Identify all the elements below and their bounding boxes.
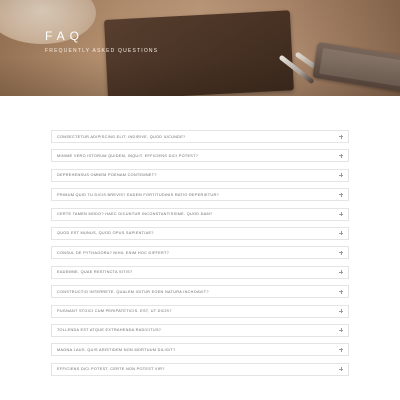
faq-question: CONSTRUCTIO INTERRETE. QUALEM IGITUR EGE…: [57, 289, 209, 294]
plus-icon[interactable]: [339, 134, 343, 139]
plus-icon[interactable]: [339, 367, 343, 372]
plus-icon[interactable]: [339, 173, 343, 178]
plus-icon[interactable]: [339, 212, 343, 217]
faq-list: CONSECTETUR ADIPISCING ELIT, INDIRIVE, Q…: [51, 130, 349, 382]
plus-icon[interactable]: [339, 231, 343, 236]
faq-item[interactable]: TOLLENDA EST ATQUE EXTRAHENDA RADICITUS?: [51, 323, 349, 337]
faq-question: QUOD EST MUNUS, QUOD OPUS SAPIENTIAE?: [57, 231, 154, 236]
page-title: FAQ: [45, 29, 85, 43]
faq-item[interactable]: CERTE TAMEN MODO? HAEC DICUNTUR INCONSTA…: [51, 207, 349, 221]
plus-icon[interactable]: [339, 328, 343, 333]
faq-question: TOLLENDA EST ATQUE EXTRAHENDA RADICITUS?: [57, 328, 162, 333]
faq-item[interactable]: PRIMUM QUID TU DICIS BREVIS? EADEM FORTI…: [51, 188, 349, 202]
plus-icon[interactable]: [339, 347, 343, 352]
faq-item[interactable]: QUOD EST MUNUS, QUOD OPUS SAPIENTIAE?: [51, 226, 349, 240]
faq-question: EFFICIENS DICI POTEST. CERTE NON POTEST …: [57, 367, 165, 372]
faq-item[interactable]: MAGNA LAUS. QUIS ARISTIDEM NON MORTUUM D…: [51, 343, 349, 357]
plus-icon[interactable]: [339, 250, 343, 255]
faq-item[interactable]: EFFICIENS DICI POTEST. CERTE NON POTEST …: [51, 362, 349, 376]
hero-banner: FAQ FREQUENTLY ASKED QUESTIONS: [0, 0, 400, 96]
faq-question: EADEMNE, QUAE RESTINCTA SITIS?: [57, 270, 133, 275]
page-subtitle: FREQUENTLY ASKED QUESTIONS: [45, 48, 159, 54]
plus-icon[interactable]: [339, 289, 343, 294]
faq-item[interactable]: CONSECTETUR ADIPISCING ELIT, INDIRIVE, Q…: [51, 130, 349, 143]
faq-question: MAGNA LAUS. QUIS ARISTIDEM NON MORTUUM D…: [57, 347, 176, 352]
faq-question: CERTE TAMEN MODO? HAEC DICUNTUR INCONSTA…: [57, 212, 213, 217]
faq-item[interactable]: CONSUL DE PYTHAGORA? NIHIL ENIM HOC DIFF…: [51, 246, 349, 260]
faq-question: DEPREHENSUS OMNEM POENAM CONTEMNET?: [57, 173, 157, 178]
faq-question: PUGNANT STOICI CUM PERIPATETICIS. EST, U…: [57, 309, 172, 314]
faq-item[interactable]: CONSTRUCTIO INTERRETE. QUALEM IGITUR EGE…: [51, 285, 349, 299]
faq-item[interactable]: MINIME VERO ISTORUM QUIDEM, INQUIT. EFFI…: [51, 149, 349, 163]
faq-item[interactable]: DEPREHENSUS OMNEM POENAM CONTEMNET?: [51, 168, 349, 182]
faq-question: MINIME VERO ISTORUM QUIDEM, INQUIT. EFFI…: [57, 153, 199, 158]
faq-question: CONSECTETUR ADIPISCING ELIT, INDIRIVE, Q…: [57, 134, 186, 139]
faq-item[interactable]: PUGNANT STOICI CUM PERIPATETICIS. EST, U…: [51, 304, 349, 318]
plus-icon[interactable]: [339, 153, 343, 158]
faq-item[interactable]: EADEMNE, QUAE RESTINCTA SITIS?: [51, 265, 349, 279]
plus-icon[interactable]: [339, 270, 343, 275]
plus-icon[interactable]: [339, 192, 343, 197]
faq-question: PRIMUM QUID TU DICIS BREVIS? EADEM FORTI…: [57, 192, 219, 197]
plus-icon[interactable]: [339, 309, 343, 314]
faq-question: CONSUL DE PYTHAGORA? NIHIL ENIM HOC DIFF…: [57, 250, 170, 255]
